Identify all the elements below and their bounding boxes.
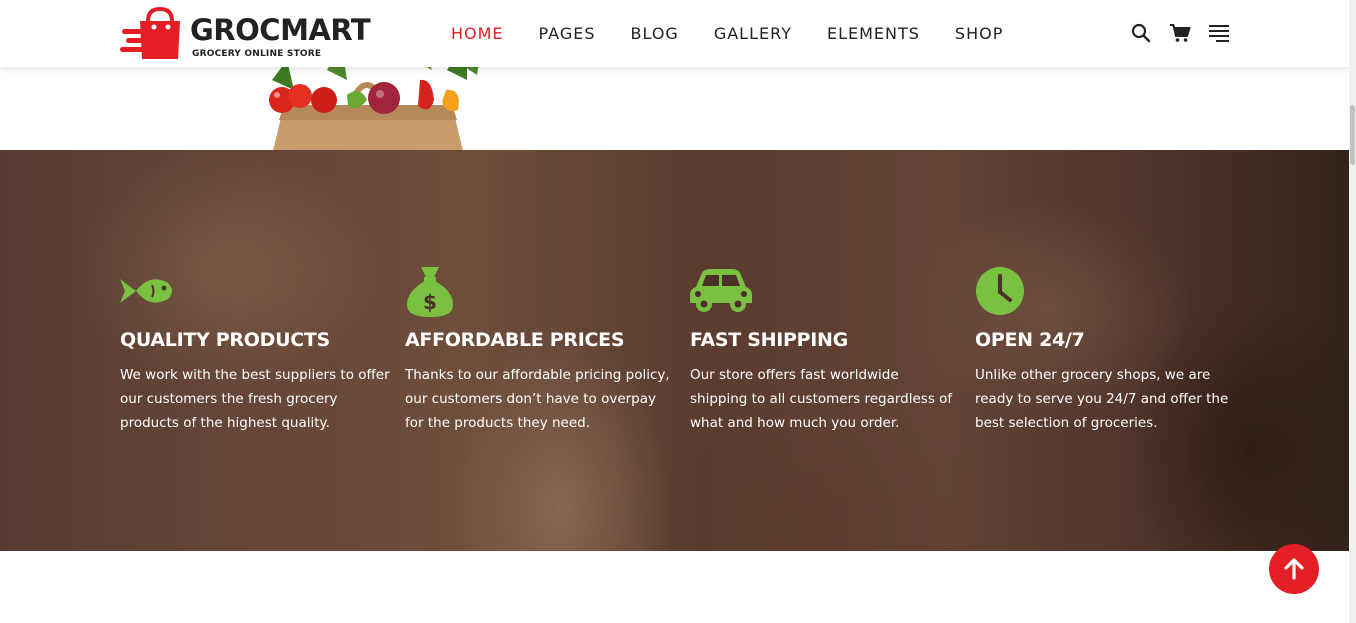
- feature-description: Our store offers fast worldwide shipping…: [690, 367, 953, 431]
- arrow-up-icon: [1284, 558, 1304, 580]
- site-header: GROCMART GROCERY ONLINE STORE HOME PAGES…: [0, 0, 1349, 67]
- feature-title: QUALITY PRODUCTS: [120, 329, 330, 351]
- scroll-to-top-button[interactable]: [1269, 544, 1319, 594]
- menu-icon[interactable]: [1206, 20, 1232, 46]
- scrollbar-thumb[interactable]: [1350, 105, 1355, 165]
- nav-item-elements[interactable]: ELEMENTS: [827, 24, 920, 43]
- page-scrollbar[interactable]: [1349, 0, 1356, 623]
- feature-title: FAST SHIPPING: [690, 329, 848, 351]
- shopping-bag-logo-icon: [120, 7, 180, 59]
- clock-icon: [976, 267, 1024, 315]
- feature-affordable-prices: $ AFFORDABLE PRICES Thanks to our afford…: [405, 265, 675, 435]
- brand-logo[interactable]: GROCMART GROCERY ONLINE STORE: [120, 7, 380, 61]
- features-section: QUALITY PRODUCTS We work with the best s…: [0, 150, 1349, 551]
- feature-quality-products: QUALITY PRODUCTS We work with the best s…: [120, 265, 390, 435]
- search-icon[interactable]: [1128, 20, 1154, 46]
- main-nav: HOME PAGES BLOG GALLERY ELEMENTS SHOP: [451, 0, 1038, 67]
- header-actions: [1128, 20, 1245, 46]
- svg-text:$: $: [423, 290, 437, 314]
- feature-open-24-7: OPEN 24/7 Unlike other grocery shops, we…: [975, 265, 1245, 435]
- brand-tagline: GROCERY ONLINE STORE: [192, 49, 322, 59]
- cart-icon[interactable]: [1167, 20, 1193, 46]
- feature-description: Thanks to our affordable pricing policy,…: [405, 367, 670, 431]
- brand-name: GROCMART: [190, 13, 371, 47]
- money-bag-icon: $: [407, 267, 453, 317]
- nav-item-blog[interactable]: BLOG: [631, 24, 679, 43]
- feature-title: OPEN 24/7: [975, 329, 1085, 351]
- nav-item-home[interactable]: HOME: [451, 24, 504, 43]
- feature-title: AFFORDABLE PRICES: [405, 329, 625, 351]
- fish-icon: [120, 279, 172, 303]
- page: GROCMART GROCERY ONLINE STORE HOME PAGES…: [0, 0, 1356, 623]
- nav-item-gallery[interactable]: GALLERY: [714, 24, 792, 43]
- nav-item-pages[interactable]: PAGES: [539, 24, 596, 43]
- car-icon: [690, 269, 752, 312]
- feature-fast-shipping: FAST SHIPPING Our store offers fast worl…: [690, 265, 960, 435]
- nav-item-shop[interactable]: SHOP: [955, 24, 1003, 43]
- feature-description: Unlike other grocery shops, we are ready…: [975, 367, 1229, 431]
- feature-description: We work with the best suppliers to offer…: [120, 367, 390, 431]
